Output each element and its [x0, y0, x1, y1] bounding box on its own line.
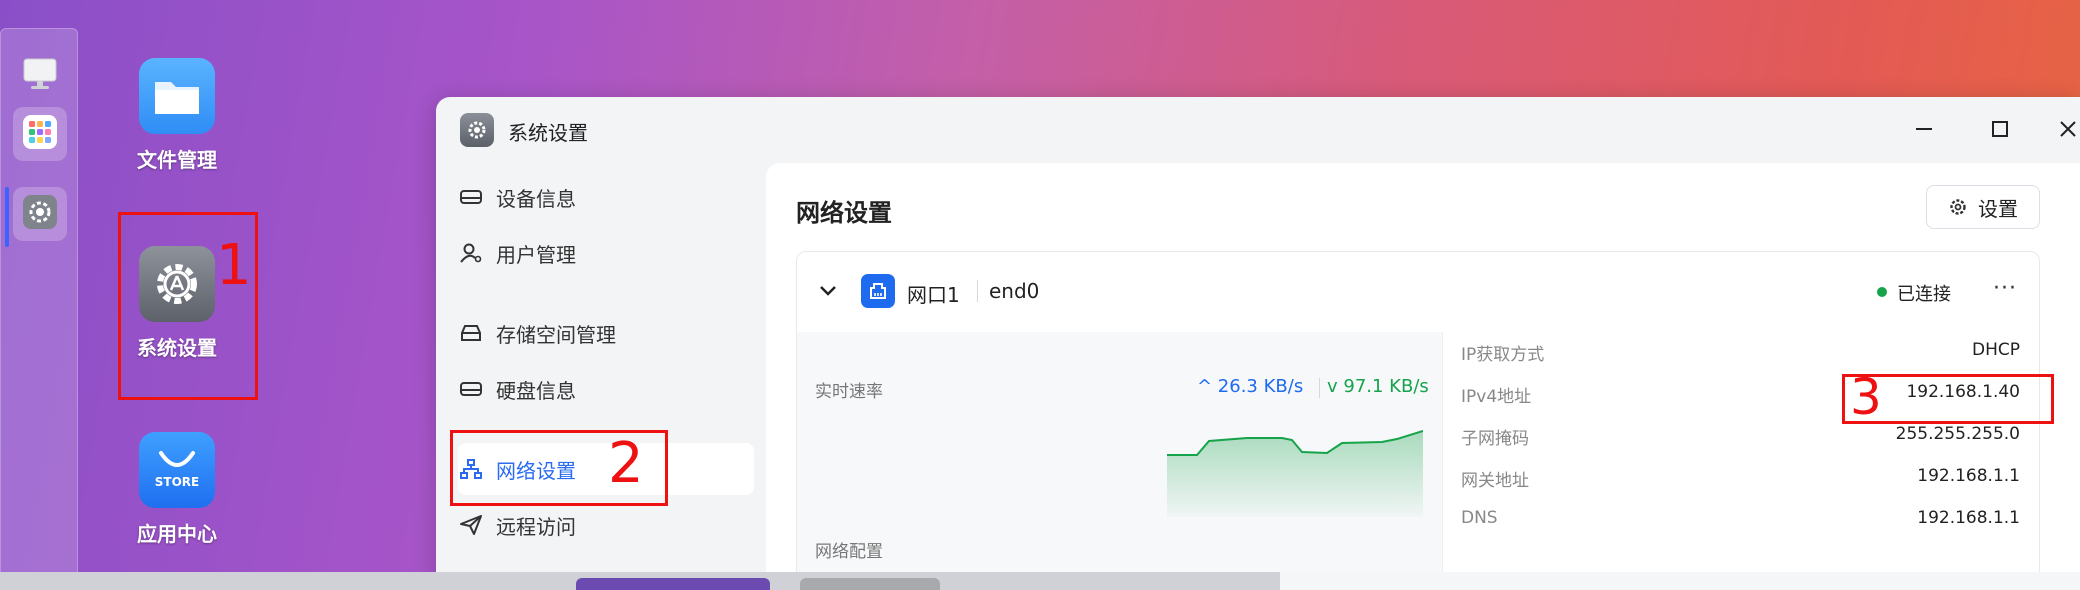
- drive-icon: [458, 184, 484, 210]
- info-value: 192.168.1.1: [1917, 508, 2020, 528]
- store-text: STORE: [154, 475, 200, 489]
- info-row-dns: DNS 192.168.1.1: [1443, 500, 2039, 542]
- close-button[interactable]: [2050, 113, 2080, 149]
- drive-icon: [458, 376, 484, 402]
- desktop-icon-file-manager[interactable]: 文件管理: [102, 58, 252, 173]
- status-dot: [1877, 287, 1887, 297]
- dock: [0, 28, 78, 580]
- info-value: 255.255.255.0: [1895, 424, 2020, 444]
- annotation-number-2: 2: [608, 431, 644, 496]
- info-row-ip-mode: IP获取方式 DHCP: [1443, 332, 2039, 374]
- dock-item-desktop[interactable]: [13, 49, 67, 103]
- app-grid-icon: [22, 114, 58, 154]
- system-settings-window: 系统设置 设备信息 用户管理 存储空间管理 硬盘信息 网络设置 远程访问 网络设…: [436, 97, 2080, 590]
- gear-icon: [1950, 199, 1966, 215]
- close-icon: [2058, 119, 2078, 143]
- minimize-button[interactable]: [1906, 113, 1942, 149]
- settings-sidebar: 设备信息 用户管理 存储空间管理 硬盘信息 网络设置 远程访问: [436, 163, 766, 590]
- dock-item-apps[interactable]: [13, 107, 67, 161]
- sidebar-item-label: 存储空间管理: [496, 322, 616, 347]
- port-device: end0: [989, 279, 1040, 303]
- desktop-icon-label: 文件管理: [137, 148, 217, 172]
- maximize-button[interactable]: [1982, 113, 2018, 149]
- taskbar-item[interactable]: [576, 578, 770, 590]
- divider: [977, 280, 978, 302]
- titlebar: 系统设置: [436, 97, 2080, 163]
- rate-label: 实时速率: [815, 382, 883, 402]
- upload-rate: ^ 26.3 KB/s: [1197, 376, 1304, 397]
- maximize-icon: [1990, 119, 2010, 143]
- net-config-label: 网络配置: [815, 542, 883, 562]
- sidebar-item-storage-management[interactable]: 存储空间管理: [458, 307, 754, 359]
- port-card-header: 网口1 end0 已连接 ···: [797, 252, 2039, 332]
- gear-icon: [22, 194, 58, 234]
- sidebar-item-label: 硬盘信息: [496, 378, 576, 403]
- sidebar-item-label: 用户管理: [496, 242, 576, 267]
- taskbar: [0, 572, 2080, 590]
- more-button[interactable]: ···: [1993, 276, 2017, 301]
- monitor-icon: [22, 57, 58, 95]
- annotation-number-1: 1: [216, 233, 252, 298]
- storage-icon: [458, 320, 484, 346]
- desktop-icon-label: 应用中心: [137, 522, 217, 546]
- dock-item-settings[interactable]: [13, 187, 67, 241]
- desktop-icon-app-center[interactable]: STORE 应用中心: [102, 432, 252, 547]
- settings-button[interactable]: 设置: [1926, 185, 2040, 229]
- sidebar-item-user-management[interactable]: 用户管理: [458, 227, 754, 279]
- chevron-down-icon[interactable]: [817, 280, 839, 306]
- traffic-sparkline: [1167, 430, 1423, 517]
- gear-icon: [460, 113, 494, 147]
- ip-info-panel: IP获取方式 DHCP IPv4地址 192.168.1.40 子网掩码 255…: [1442, 332, 2039, 589]
- info-key: 网关地址: [1461, 471, 1529, 491]
- info-row-gateway: 网关地址 192.168.1.1: [1443, 458, 2039, 500]
- download-rate: v 97.1 KB/s: [1327, 376, 1429, 397]
- dock-active-indicator: [5, 187, 9, 247]
- store-icon: STORE: [139, 432, 215, 508]
- annotation-number-3: 3: [1850, 368, 1882, 426]
- taskbar-area: [1280, 572, 2080, 590]
- info-key: IP获取方式: [1461, 345, 1545, 365]
- minimize-icon: [1914, 119, 1934, 143]
- sidebar-item-label: 远程访问: [496, 514, 576, 539]
- port-name: 网口1: [907, 283, 960, 307]
- status-badge: 已连接: [1897, 284, 1951, 305]
- settings-button-label: 设置: [1978, 196, 2018, 221]
- taskbar-item[interactable]: [800, 578, 940, 590]
- info-key: DNS: [1461, 508, 1498, 528]
- window-title: 系统设置: [508, 121, 588, 145]
- user-icon: [458, 240, 484, 266]
- sidebar-item-remote-access[interactable]: 远程访问: [458, 499, 754, 551]
- info-value: DHCP: [1972, 340, 2020, 360]
- sidebar-item-device-info[interactable]: 设备信息: [458, 171, 754, 223]
- info-value: 192.168.1.1: [1917, 466, 2020, 486]
- traffic-panel: 实时速率 ^ 26.3 KB/s v 97.1 KB/s 网络配置: [797, 332, 1441, 589]
- ethernet-port-icon: [861, 274, 895, 308]
- send-icon: [458, 512, 484, 538]
- info-key: IPv4地址: [1461, 387, 1532, 407]
- sidebar-item-label: 设备信息: [496, 186, 576, 211]
- folder-icon: [139, 58, 215, 134]
- divider: [1319, 378, 1320, 398]
- info-key: 子网掩码: [1461, 429, 1529, 449]
- sidebar-item-disk-info[interactable]: 硬盘信息: [458, 363, 754, 415]
- page-title: 网络设置: [796, 199, 892, 227]
